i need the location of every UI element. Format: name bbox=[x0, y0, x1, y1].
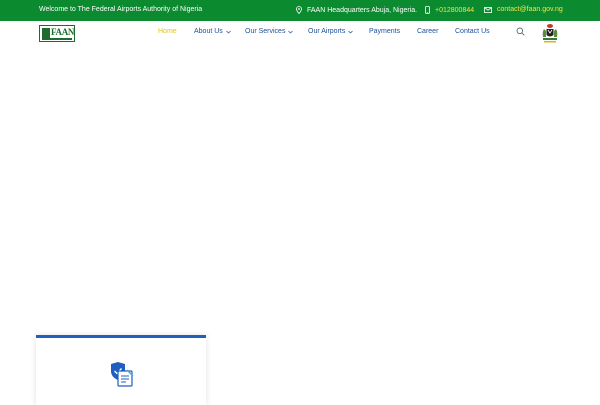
nav-career-label: Career bbox=[417, 28, 439, 35]
phone-icon bbox=[425, 6, 430, 14]
nav-about-us[interactable]: About Us bbox=[194, 28, 231, 35]
nav-contact-us-label: Contact Us bbox=[455, 28, 490, 35]
chevron-down-icon bbox=[288, 30, 294, 33]
nav-our-airports-label: Our Airports bbox=[308, 28, 346, 35]
email-info[interactable]: contact@faan.gov.ng bbox=[484, 6, 563, 13]
nav-about-us-label: About Us bbox=[194, 28, 223, 35]
phone-info[interactable]: +012800844 bbox=[425, 6, 474, 14]
chevron-down-icon bbox=[348, 30, 354, 33]
main-header: FAAN Home About Us Our Services Our Airp… bbox=[0, 21, 600, 45]
email-link[interactable]: contact@faan.gov.ng bbox=[497, 6, 563, 13]
map-pin-icon bbox=[296, 6, 302, 14]
phone-link[interactable]: +012800844 bbox=[435, 7, 474, 14]
nav-home[interactable]: Home bbox=[158, 28, 177, 35]
logo-underline bbox=[42, 38, 72, 40]
location-text: FAAN Headquarters Abuja, Nigeria. bbox=[307, 6, 418, 14]
nav-payments[interactable]: Payments bbox=[369, 28, 400, 35]
nav-our-airports[interactable]: Our Airports bbox=[308, 28, 354, 35]
top-info-bar: Welcome to The Federal Airports Authorit… bbox=[0, 0, 600, 21]
coat-of-arms-icon bbox=[542, 24, 558, 43]
logo-mark bbox=[42, 28, 50, 38]
logo-text: FAAN bbox=[51, 27, 75, 37]
shield-document-icon bbox=[111, 362, 134, 387]
welcome-text: Welcome to The Federal Airports Authorit… bbox=[39, 6, 203, 13]
nav-payments-label: Payments bbox=[369, 28, 401, 35]
chevron-down-icon bbox=[226, 30, 231, 33]
nav-our-services-label: Our Services bbox=[245, 28, 286, 35]
mail-icon bbox=[484, 6, 492, 13]
nav-contact-us[interactable]: Contact Us bbox=[455, 28, 490, 35]
location-info: FAAN Headquarters Abuja, Nigeria. bbox=[296, 6, 417, 14]
card-accent-bar bbox=[36, 335, 206, 338]
faan-logo[interactable]: FAAN bbox=[39, 25, 75, 42]
feature-card bbox=[36, 335, 206, 405]
nav-career[interactable]: Career bbox=[417, 28, 438, 35]
nav-home-label: Home bbox=[158, 28, 177, 35]
nav-our-services[interactable]: Our Services bbox=[245, 28, 294, 35]
search-icon[interactable] bbox=[516, 27, 525, 36]
